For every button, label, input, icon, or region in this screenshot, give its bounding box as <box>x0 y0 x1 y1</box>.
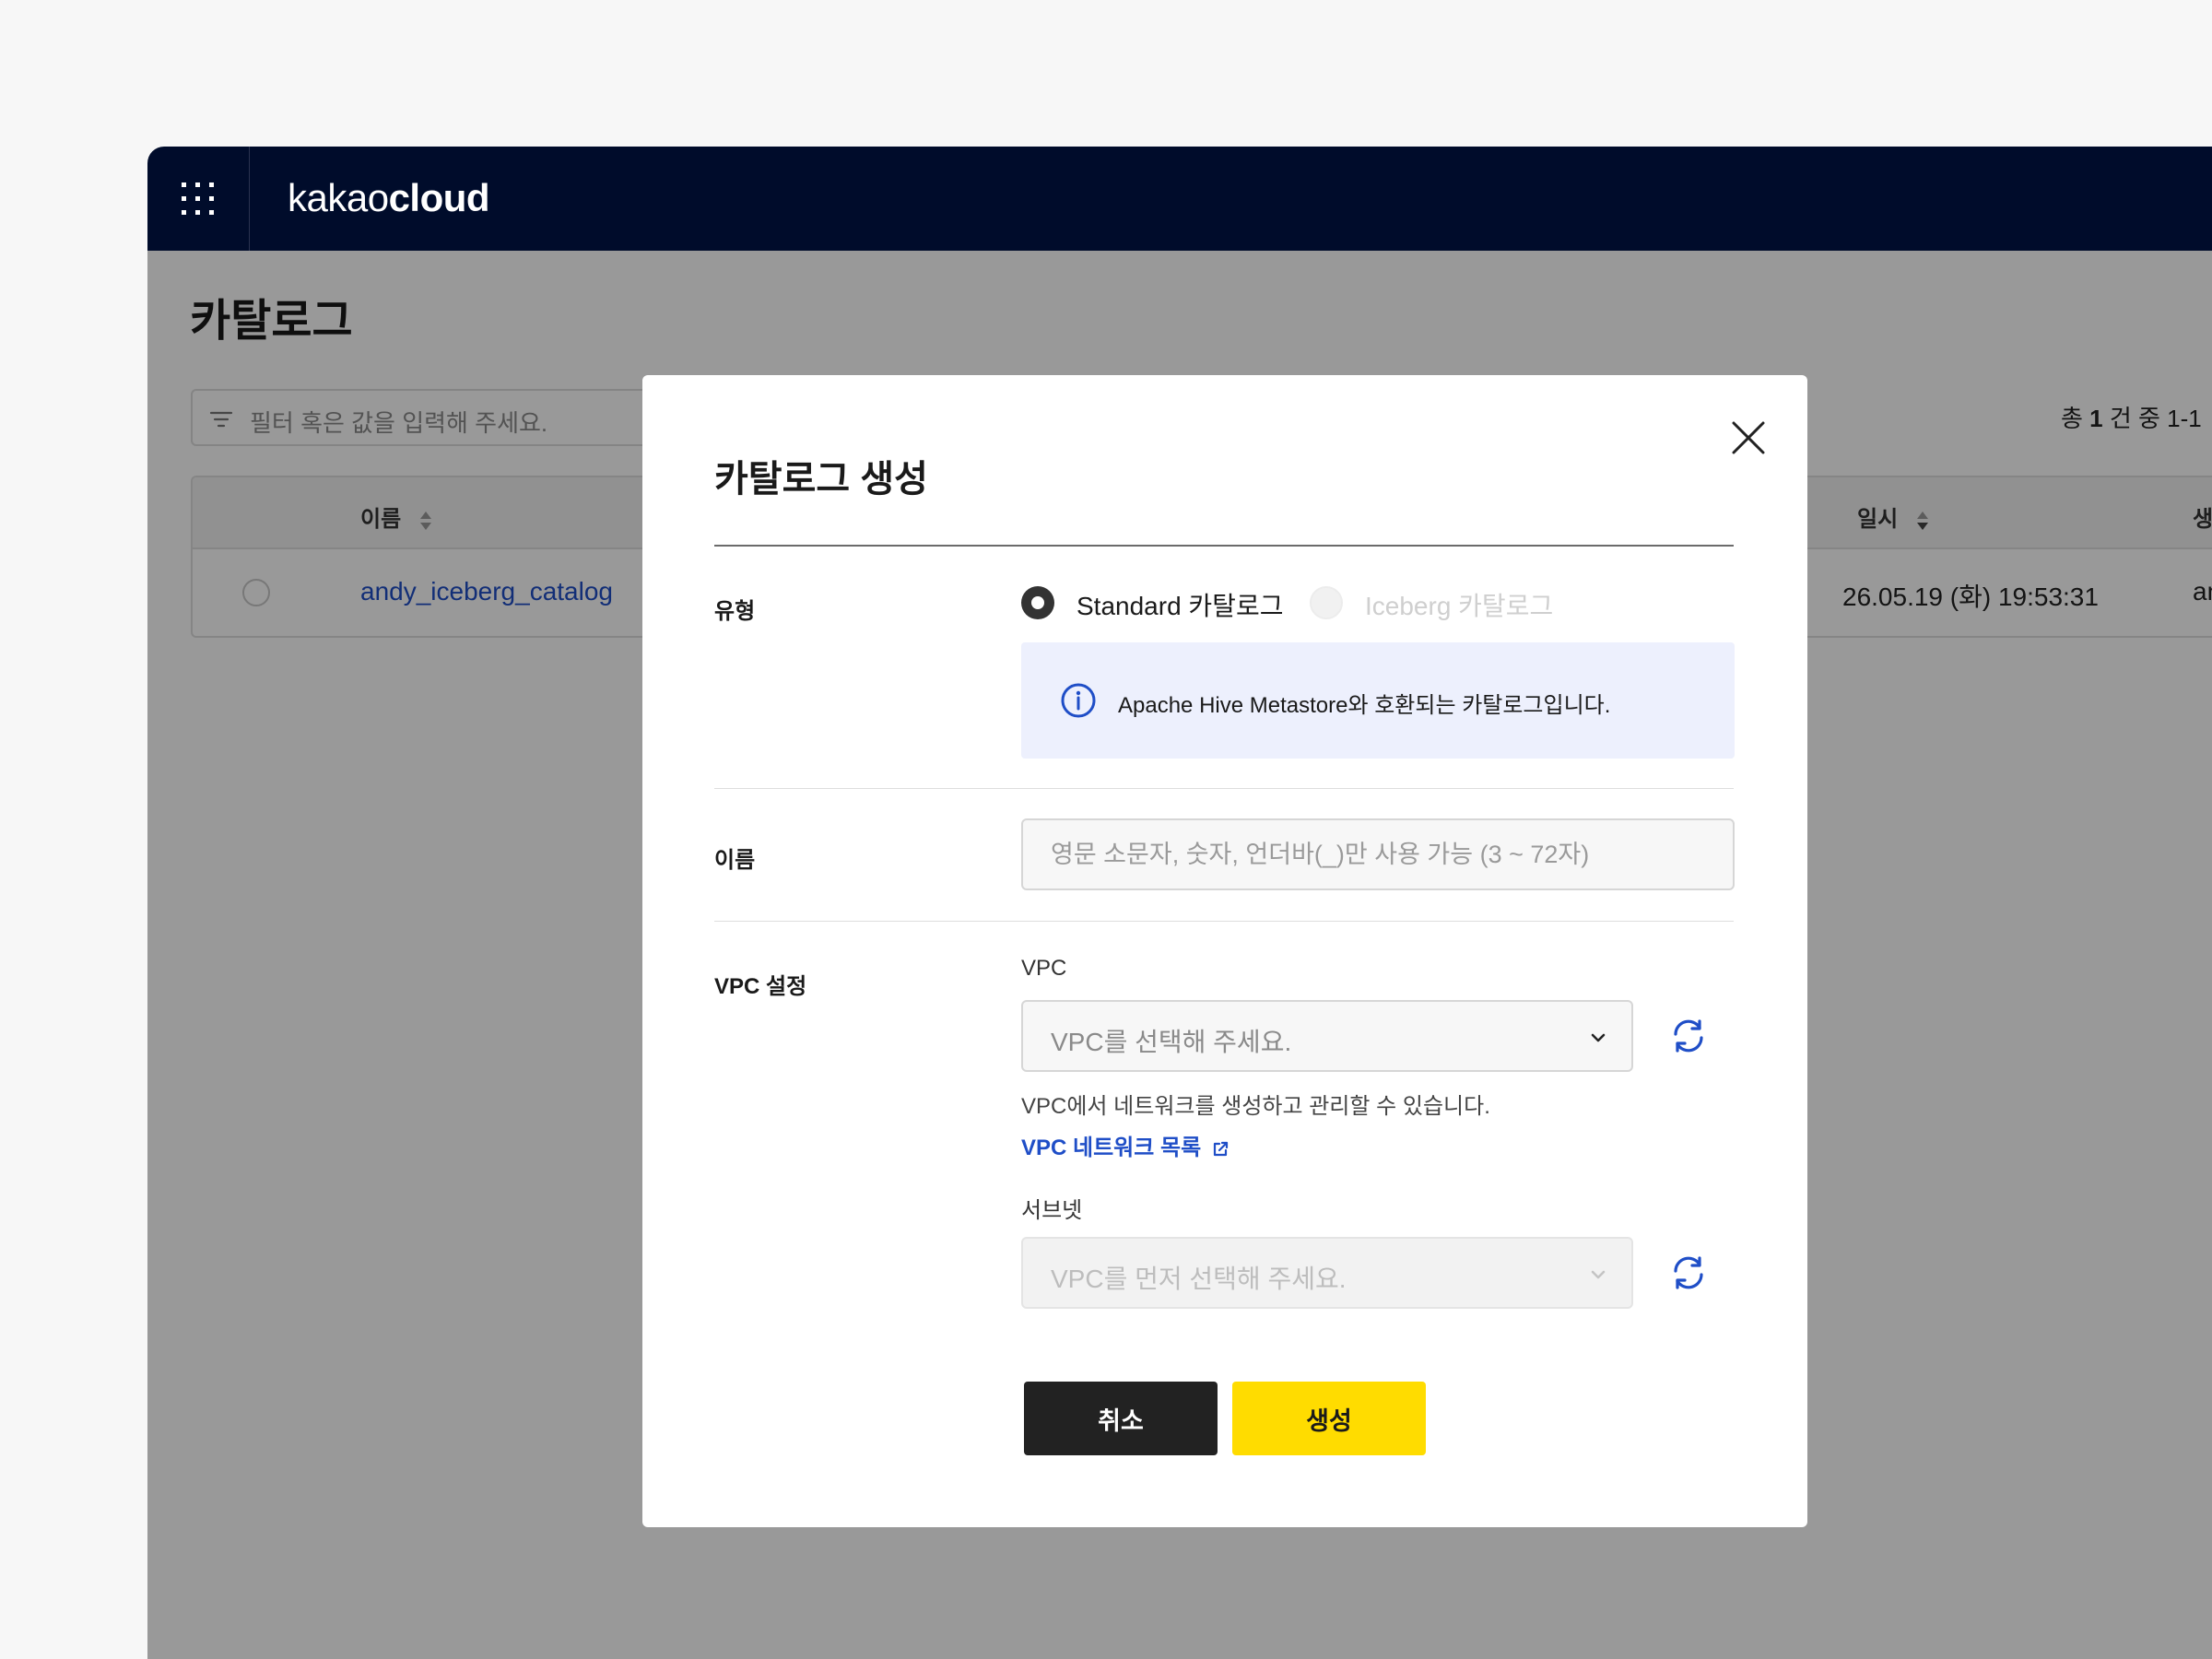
create-catalog-modal: 카탈로그 생성 유형 Standard 카탈로그 Iceberg 카탈로그 Ap… <box>642 375 1807 1527</box>
close-icon[interactable] <box>1726 416 1771 460</box>
type-label: 유형 <box>714 599 756 624</box>
section-divider <box>714 788 1734 789</box>
vpc-label: VPC <box>1021 956 1067 981</box>
name-label: 이름 <box>714 848 756 873</box>
type-radio-iceberg-label: Iceberg 카탈로그 <box>1365 592 1554 620</box>
logo-text-cloud: cloud <box>388 176 490 219</box>
vpc-select-value: VPC를 선택해 주세요. <box>1051 1028 1292 1056</box>
apps-grid-icon <box>182 182 214 215</box>
modal-title: 카탈로그 생성 <box>714 459 928 500</box>
top-navigation-bar: kakaocloud <box>147 147 2212 251</box>
vpc-help-text: VPC에서 네트워크를 생성하고 관리할 수 있습니다. <box>1021 1094 1490 1119</box>
info-icon <box>1061 683 1096 718</box>
vpc-section-label: VPC 설정 <box>714 974 807 999</box>
title-divider <box>714 545 1734 547</box>
kakaocloud-logo[interactable]: kakaocloud <box>288 176 490 220</box>
subnet-select: VPC를 먼저 선택해 주세요. <box>1021 1237 1633 1309</box>
logo-text-kakao: kakao <box>288 176 389 219</box>
vpc-link-label: VPC 네트워크 목록 <box>1021 1135 1202 1160</box>
external-link-icon <box>1213 1141 1228 1156</box>
cancel-button[interactable]: 취소 <box>1024 1382 1218 1455</box>
info-text: Apache Hive Metastore와 호환되는 카탈로그입니다. <box>1118 693 1611 718</box>
chevron-down-icon <box>1591 1270 1606 1279</box>
create-button[interactable]: 생성 <box>1232 1382 1426 1455</box>
info-box: Apache Hive Metastore와 호환되는 카탈로그입니다. <box>1021 642 1735 759</box>
type-radio-iceberg <box>1310 586 1343 619</box>
vpc-refresh-icon[interactable] <box>1669 1017 1708 1055</box>
type-radio-standard[interactable] <box>1021 586 1054 619</box>
chevron-down-icon <box>1591 1033 1606 1042</box>
subnet-label: 서브넷 <box>1021 1198 1083 1223</box>
subnet-refresh-icon[interactable] <box>1669 1253 1708 1292</box>
vpc-network-list-link[interactable]: VPC 네트워크 목록 <box>1021 1129 1230 1161</box>
type-radio-standard-label[interactable]: Standard 카탈로그 <box>1077 586 1283 623</box>
apps-menu-button[interactable] <box>147 147 250 251</box>
name-input[interactable] <box>1021 818 1735 890</box>
section-divider <box>714 921 1734 922</box>
vpc-select[interactable]: VPC를 선택해 주세요. <box>1021 1000 1633 1072</box>
subnet-select-value: VPC를 먼저 선택해 주세요. <box>1051 1265 1347 1293</box>
